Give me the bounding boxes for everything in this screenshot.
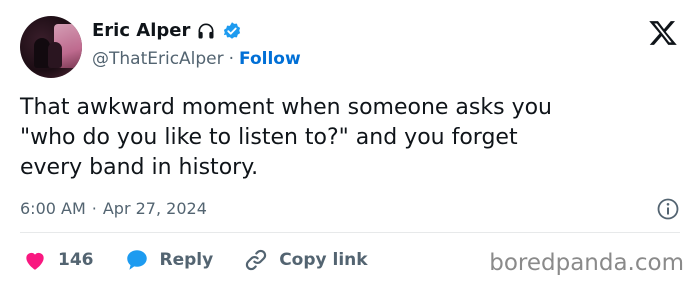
heart-icon [26, 252, 44, 270]
tweet-text: That awkward moment when someone asks yo… [20, 95, 552, 180]
reply-label: Reply [159, 250, 214, 270]
like-count: 146 [58, 250, 94, 270]
tweet-date: Apr 27, 2024 [102, 199, 207, 218]
separator-dot: · [91, 199, 97, 218]
author-name[interactable]: Eric Alper [92, 20, 190, 41]
follow-button[interactable]: Follow [239, 49, 301, 69]
like-button[interactable]: 146 [22, 247, 94, 273]
avatar-figure [48, 42, 62, 68]
info-icon[interactable] [656, 197, 680, 221]
divider [20, 232, 680, 233]
watermark: boredpanda.com [489, 250, 684, 276]
copy-link-label: Copy link [279, 250, 368, 270]
tweet-time: 6:00 AM [20, 199, 86, 218]
reply-bubble-icon [126, 250, 147, 270]
copy-link-button[interactable]: Copy link [243, 247, 368, 273]
author-handle-row: @ThatEricAlper · Follow [92, 49, 301, 69]
link-icon [246, 249, 267, 271]
tweet-card: Eric Alper @ThatEricAlper · Follow That … [0, 0, 700, 287]
separator-dot: · [228, 49, 235, 69]
author-handle[interactable]: @ThatEricAlper [92, 49, 224, 69]
timestamp[interactable]: 6:00 AM · Apr 27, 2024 [20, 199, 207, 218]
headphones-icon [196, 21, 216, 41]
author-name-row: Eric Alper [92, 20, 242, 41]
action-bar: 146 Reply Copy link [22, 247, 398, 273]
reply-button[interactable]: Reply [124, 247, 214, 273]
avatar[interactable] [20, 16, 82, 78]
x-logo-icon[interactable] [648, 18, 678, 48]
verified-icon [222, 21, 242, 41]
